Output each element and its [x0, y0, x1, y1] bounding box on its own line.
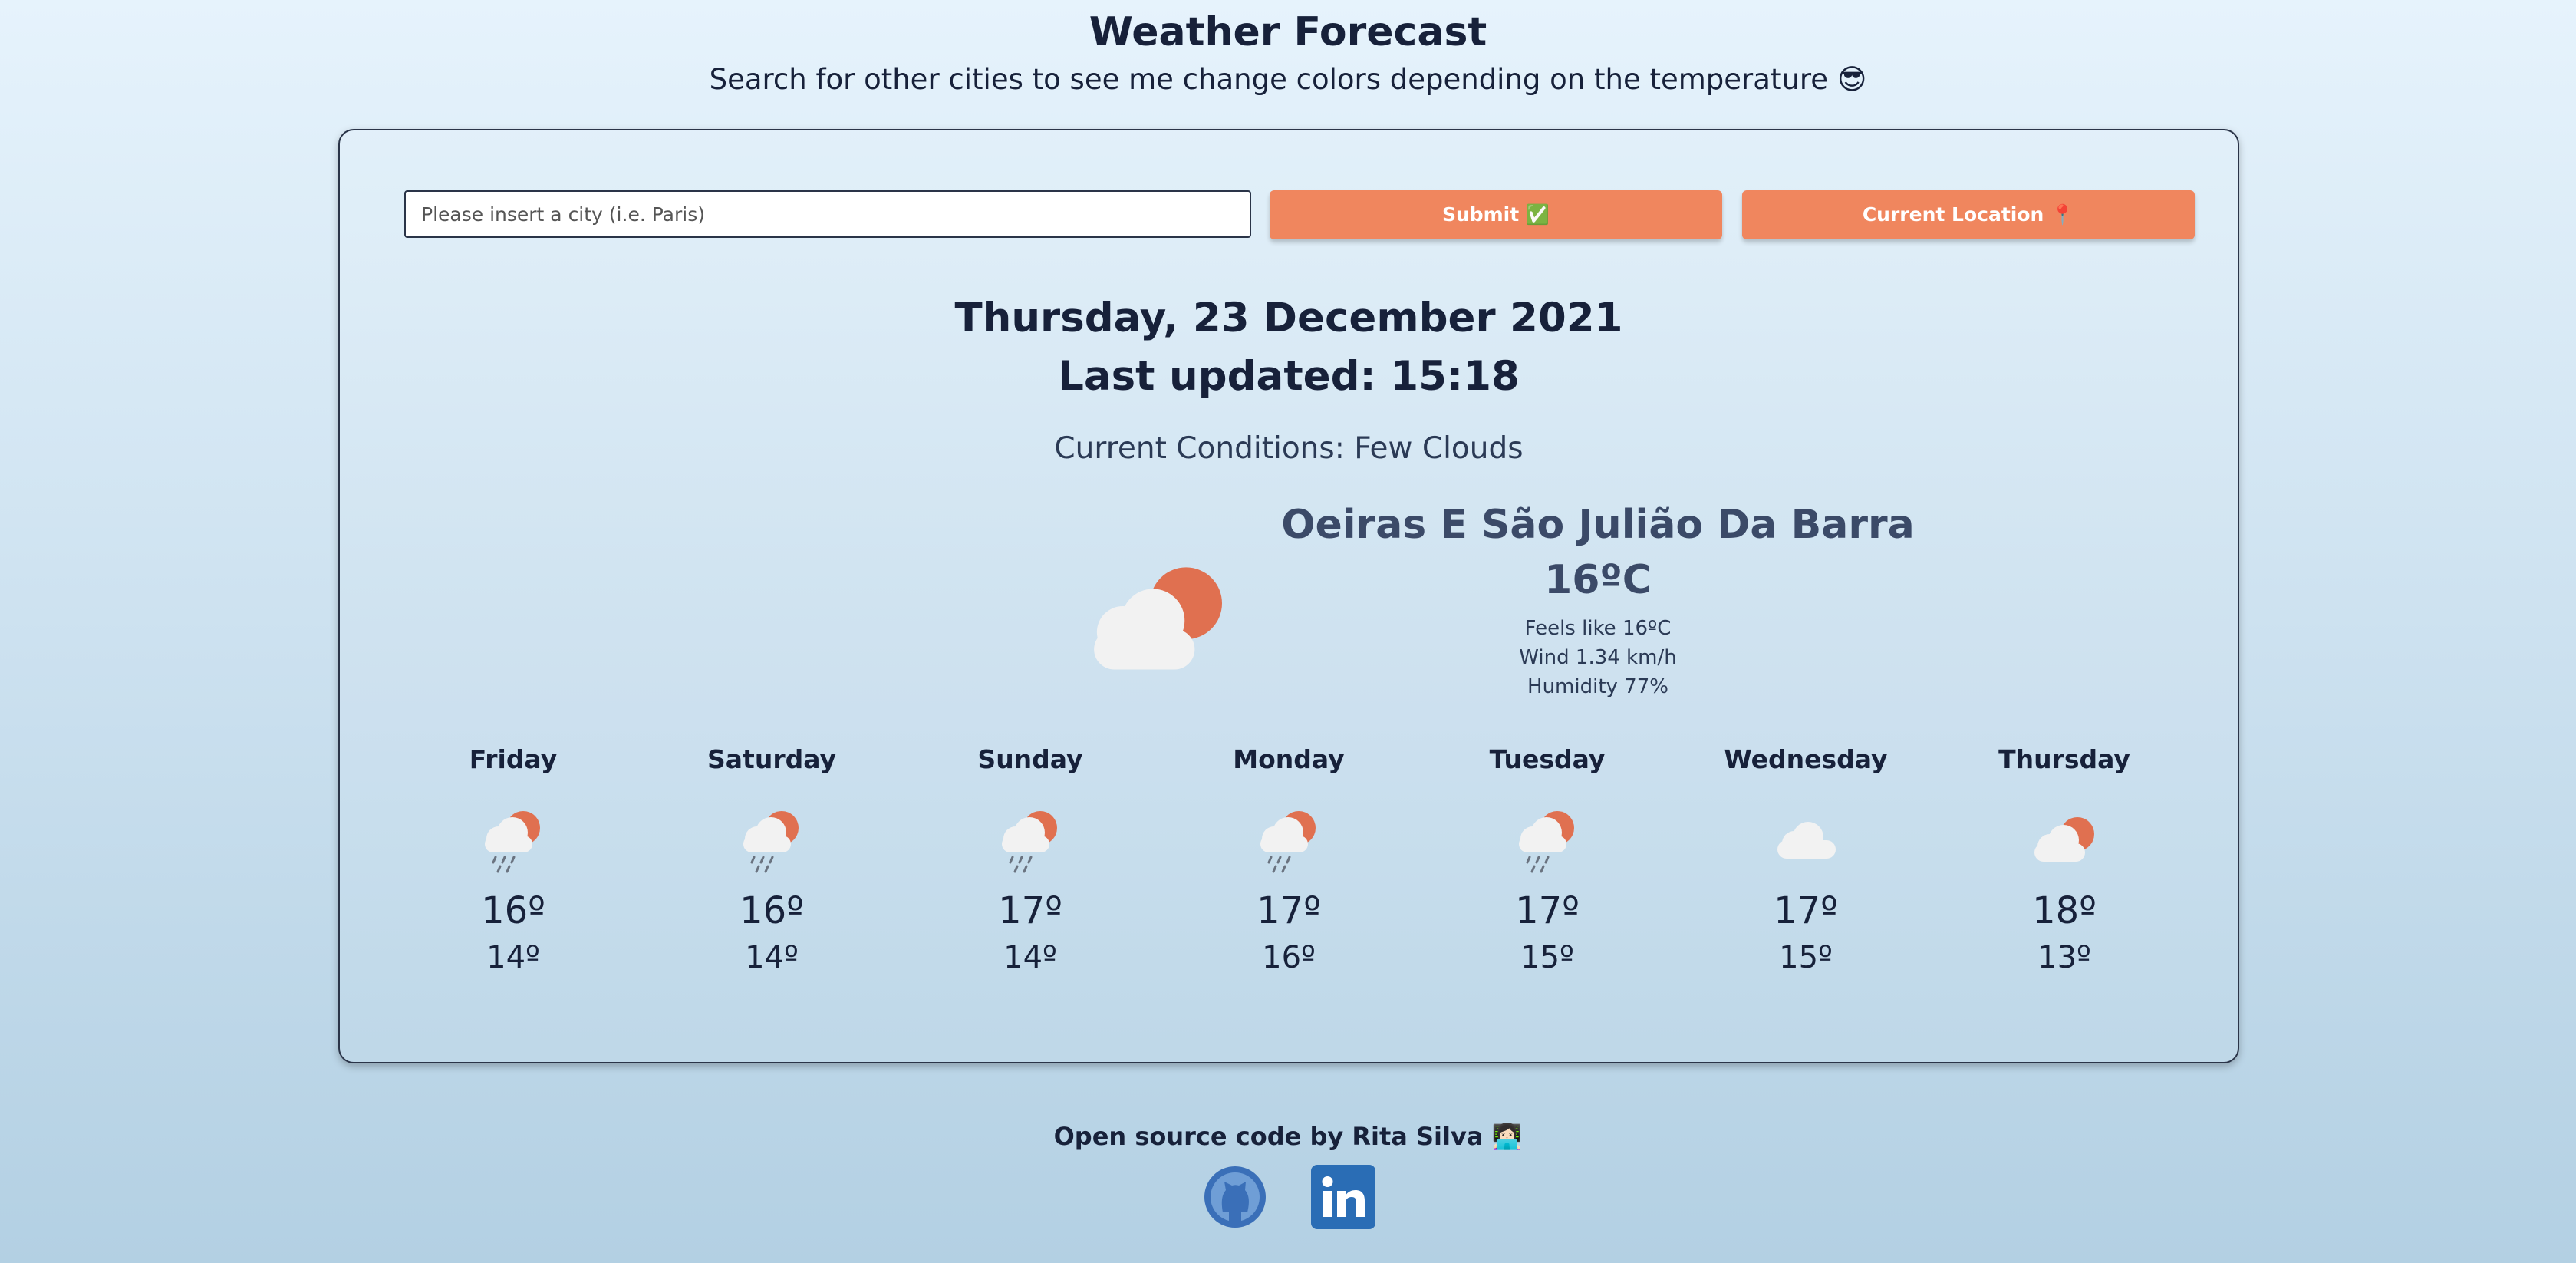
forecast-min-temp: 16º — [1262, 940, 1316, 975]
rain-sun-icon — [1002, 811, 1057, 873]
last-updated: Last updated: 15:18 — [1058, 353, 1520, 400]
submit-button[interactable]: Submit ✅ — [1270, 190, 1722, 239]
forecast-day: Saturday 16º 14º — [664, 744, 879, 975]
forecast-max-temp: 16º — [481, 889, 545, 932]
forecast-min-temp: 13º — [2037, 940, 2091, 975]
few-clouds-day-icon — [2034, 817, 2094, 862]
current-temperature: 16ºC — [1544, 557, 1652, 603]
page-header: Weather Forecast Search for other cities… — [0, 0, 2576, 96]
forecast-min-temp: 14º — [1003, 940, 1057, 975]
github-icon[interactable] — [1203, 1165, 1267, 1229]
city-search-input[interactable] — [404, 190, 1251, 238]
city-name: Oeiras E São Julião Da Barra — [1281, 502, 1915, 548]
forecast-day-name: Tuesday — [1489, 744, 1606, 774]
page-subtitle: Search for other cities to see me change… — [709, 63, 1867, 96]
weather-details: Feels like 16ºC Wind 1.34 km/h Humidity … — [1214, 614, 1981, 701]
cloud-icon — [1777, 822, 1836, 859]
forecast-day: Monday 17º 16º — [1181, 744, 1396, 975]
forecast-max-temp: 17º — [1774, 889, 1838, 932]
humidity: Humidity 77% — [1527, 675, 1668, 698]
forecast-day-name: Wednesday — [1724, 744, 1888, 774]
forecast-min-temp: 14º — [745, 940, 799, 975]
forecast-day-name: Friday — [469, 744, 558, 774]
forecast-day: Friday 16º 14º — [406, 744, 621, 975]
forecast-day: Wednesday 17º 15º — [1698, 744, 1913, 975]
forecast-day-name: Thursday — [1998, 744, 2130, 774]
current-location-button[interactable]: Current Location 📍 — [1742, 190, 2195, 239]
wind-speed: Wind 1.34 km/h — [1519, 646, 1677, 669]
forecast-max-temp: 16º — [740, 889, 804, 932]
forecast-max-temp: 18º — [2032, 889, 2097, 932]
rain-sun-icon — [743, 811, 799, 873]
forecast-day: Sunday 17º 14º — [923, 744, 1138, 975]
forecast-day: Thursday 18º 13º — [1957, 744, 2172, 975]
search-form: Submit ✅ Current Location 📍 — [404, 190, 2195, 239]
forecast-day: Tuesday 17º 15º — [1440, 744, 1655, 975]
few-clouds-day-icon — [1094, 567, 1222, 670]
forecast-min-temp: 14º — [486, 940, 540, 975]
forecast-day-name: Monday — [1233, 744, 1345, 774]
page-footer: Open source code by Rita Silva 👩🏻‍💻 — [0, 1122, 2576, 1229]
rain-sun-icon — [485, 811, 540, 873]
forecast-min-temp: 15º — [1520, 940, 1574, 975]
forecast-day-name: Sunday — [977, 744, 1083, 774]
page-title: Weather Forecast — [1089, 9, 1487, 55]
current-weather-info: Oeiras E São Julião Da Barra 16ºC Feels … — [1214, 502, 1981, 701]
author-credit: Open source code by Rita Silva 👩🏻‍💻 — [1053, 1122, 1523, 1151]
forecast-max-temp: 17º — [998, 889, 1062, 932]
forecast-max-temp: 17º — [1257, 889, 1321, 932]
weather-card: Submit ✅ Current Location 📍 Thursday, 23… — [338, 129, 2239, 1063]
rain-sun-icon — [1260, 811, 1316, 873]
forecast-day-name: Saturday — [707, 744, 836, 774]
rain-sun-icon — [1519, 811, 1574, 873]
forecast-max-temp: 17º — [1515, 889, 1580, 932]
current-conditions: Current Conditions: Few Clouds — [1054, 431, 1524, 466]
current-date: Thursday, 23 December 2021 — [954, 295, 1623, 341]
feels-like: Feels like 16ºC — [1524, 617, 1672, 640]
forecast-min-temp: 15º — [1779, 940, 1833, 975]
linkedin-icon[interactable] — [1311, 1165, 1375, 1229]
